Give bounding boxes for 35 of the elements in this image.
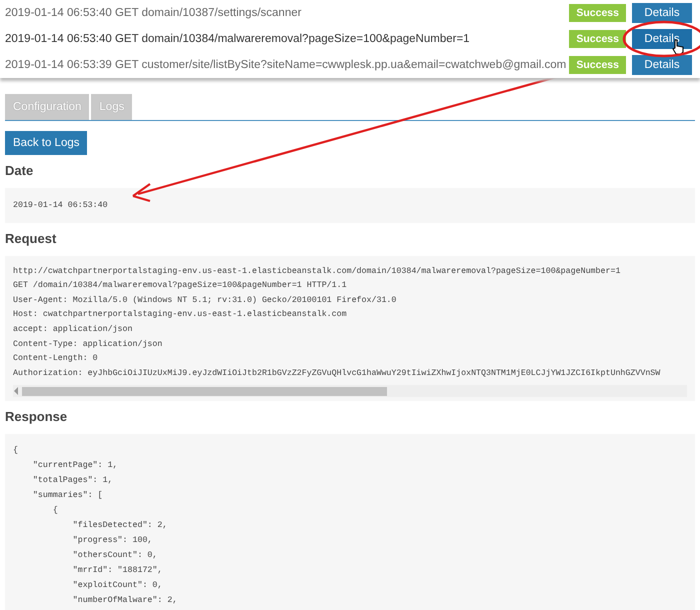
code-line: "numberOfMalware": 2, — [72, 595, 178, 608]
code-line: "summaries": [ — [32, 490, 104, 502]
code-line: accept: application/json — [13, 324, 134, 336]
scroll-left-icon[interactable] — [13, 387, 19, 396]
section-heading: Response — [5, 409, 68, 424]
status-badge: Success — [569, 56, 626, 74]
code-line: 2019-01-14 06:53:40 — [13, 200, 109, 212]
code-line: { — [52, 505, 59, 518]
code-line: GET /domain/10384/malwareremoval?pageSize=100&pageNumber=1 HTTP/1.1 — [13, 280, 348, 292]
code-line: "currentPage": 1, — [32, 460, 119, 472]
log-entry: 2019-01-14 06:53:39 GET customer/site/listBySite?siteName=cwwplesk.pp.ua&email=cwatchweb@gmail.com — [5, 59, 568, 71]
code-line: http://cwatchpartnerportalstaging-env.us-east-1.elasticbeanstalk.com/domain/10384/malwareremoval?pageSize=100&pageNumber=1 — [13, 266, 622, 278]
details-button[interactable]: Details — [632, 3, 692, 23]
code-line: Content-Type: application/json — [13, 338, 164, 351]
code-line: "mrrId": "188172", — [72, 565, 164, 578]
code-line: Content-Length: 0 — [13, 353, 99, 366]
status-badge: Success — [569, 4, 626, 22]
log-entry: 2019-01-14 06:53:40 GET domain/10384/malwareremoval?pageSize=100&pageNumber=1 — [5, 33, 471, 45]
section-heading: Date — [5, 163, 34, 178]
code-line: { — [13, 445, 19, 458]
code-line: "filesDetected": 2, — [72, 520, 168, 532]
back-button[interactable]: Back to Logs — [5, 131, 88, 155]
status-badge: Success — [569, 30, 626, 48]
section-heading: Request — [5, 230, 58, 246]
details-button[interactable]: Details — [632, 55, 692, 75]
code-line: "exploitCount": 0, — [72, 580, 164, 592]
code-line: "progress": 100, — [72, 535, 154, 548]
code-line: Host: cwatchpartnerportalstaging-env.us-east-1.elasticbeanstalk.com — [13, 309, 348, 322]
code-line: User-Agent: Mozilla/5.0 (Windows NT 5.1; rv:31.0) Gecko/20100101 Firefox/31.0 — [13, 294, 398, 307]
code-line: "totalPages": 1, — [32, 475, 114, 488]
log-entry: 2019-01-14 06:53:40 GET domain/10387/settings/scanner — [5, 7, 302, 19]
code-line: Authorization: eyJhbGciOiJIUzUxMiJ9.eyJzdWIiOiJtb2R1bGVzZ2FyZGVuQHlvcG1haWwuY29tIiwiZXhwIjoxNTQ3NTM1MjE0LCJjYW1JZCI6IkptUnhGZVVnSW — [13, 368, 662, 380]
horizontal-scrollbar[interactable] — [13, 385, 687, 398]
scrollbar-thumb[interactable] — [22, 386, 387, 396]
code-line: "othersCount": 0, — [72, 550, 158, 562]
